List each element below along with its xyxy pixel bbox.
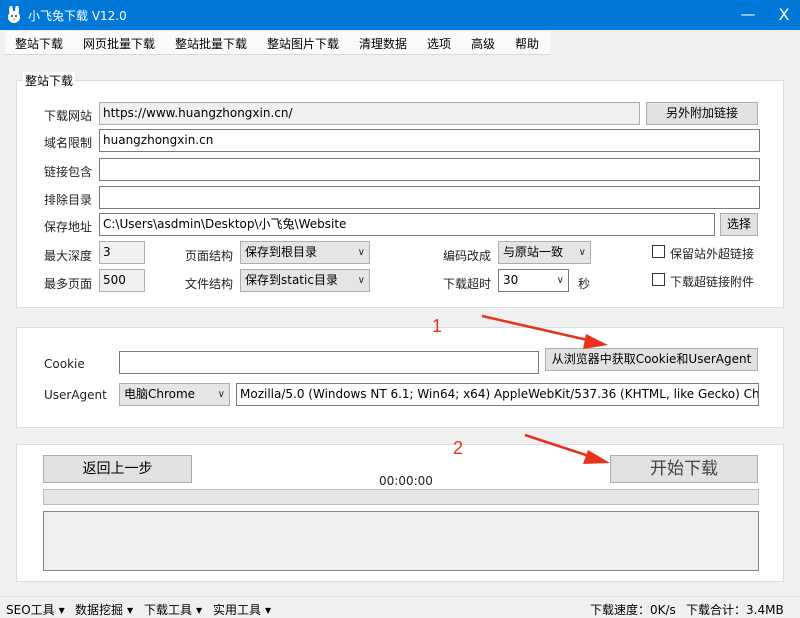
chevron-down-icon: ∨: [217, 389, 225, 400]
chevron-down-icon: ∨: [357, 247, 365, 258]
max-depth-label: 最大深度: [44, 249, 93, 263]
exclude-field[interactable]: [99, 186, 760, 209]
menu-clean-data[interactable]: 清理数据: [359, 35, 407, 52]
seo-tools-label: SEO工具: [6, 603, 55, 617]
menu-site-download[interactable]: 整站下载: [15, 35, 63, 52]
group-legend: 整站下载: [23, 72, 76, 89]
menu-site-batch[interactable]: 整站批量下载: [175, 35, 247, 52]
download-progress-bar: [43, 489, 759, 505]
utility-tools-menu[interactable]: 实用工具 ▼: [213, 601, 271, 618]
domain-field[interactable]: huangzhongxin.cn: [99, 129, 760, 152]
seo-tools-menu[interactable]: SEO工具 ▼: [6, 601, 65, 618]
max-pages-label: 最多页面: [44, 277, 93, 291]
back-button[interactable]: 返回上一步: [43, 455, 192, 483]
annotation-number-2: 2: [453, 438, 464, 458]
cookie-group: [16, 327, 784, 428]
window-title: 小飞兔下载 V12.0: [28, 9, 127, 23]
utility-tools-label: 实用工具: [213, 603, 262, 617]
data-mining-label: 数据挖掘: [75, 603, 124, 617]
cookie-field[interactable]: [119, 351, 539, 374]
save-path-field[interactable]: C:\Users\asdmin\Desktop\小飞兔\Website: [99, 213, 715, 236]
browse-button[interactable]: 选择: [720, 213, 758, 236]
keep-external-links-label[interactable]: 保留站外超链接: [670, 245, 754, 262]
max-depth-field[interactable]: 3: [99, 241, 145, 264]
title-bar: 小飞兔下载 V12.0 — X: [0, 0, 800, 30]
menu-page-batch[interactable]: 网页批量下载: [83, 35, 155, 52]
menu-advanced[interactable]: 高级: [471, 35, 495, 52]
close-button[interactable]: X: [768, 2, 800, 28]
menu-site-images[interactable]: 整站图片下载: [267, 35, 339, 52]
url-field[interactable]: https://www.huangzhongxin.cn/: [99, 102, 640, 125]
encoding-value: 与原站一致: [503, 245, 564, 259]
useragent-field[interactable]: Mozilla/5.0 (Windows NT 6.1; Win64; x64)…: [236, 383, 759, 406]
max-pages-field[interactable]: 500: [99, 269, 145, 292]
file-structure-label: 文件结构: [185, 277, 234, 291]
exclude-label: 排除目录: [44, 193, 93, 207]
encoding-select[interactable]: 与原站一致 ∨: [498, 241, 591, 264]
keep-external-links-checkbox[interactable]: [652, 245, 665, 258]
cookie-label: Cookie: [44, 357, 85, 371]
include-field[interactable]: [99, 158, 760, 181]
useragent-label: UserAgent: [44, 388, 107, 402]
caret-down-icon: ▼: [265, 606, 272, 615]
minimize-button[interactable]: —: [735, 2, 761, 28]
chevron-down-icon: ∨: [556, 275, 564, 286]
timeout-value: 30: [503, 273, 519, 287]
useragent-select[interactable]: 电脑Chrome ∨: [119, 383, 230, 406]
include-label: 链接包含: [44, 165, 93, 179]
file-structure-select[interactable]: 保存到static目录 ∨: [240, 269, 370, 292]
menu-help[interactable]: 帮助: [515, 35, 539, 52]
page-structure-value: 保存到根目录: [245, 245, 318, 259]
timeout-label: 下载超时: [443, 277, 492, 291]
extra-links-button[interactable]: 另外附加链接: [646, 102, 758, 125]
download-attachments-label[interactable]: 下载超链接附件: [670, 273, 754, 290]
encoding-label: 编码改成: [443, 249, 492, 263]
log-output: [43, 511, 759, 571]
rabbit-icon: [8, 6, 20, 23]
chevron-down-icon: ∨: [578, 247, 586, 258]
download-total: 下载合计：3.4MB: [686, 603, 784, 617]
download-tools-menu[interactable]: 下载工具 ▼: [144, 601, 202, 618]
menu-options[interactable]: 选项: [427, 35, 451, 52]
page-structure-label: 页面结构: [185, 249, 234, 263]
get-cookie-from-browser-button[interactable]: 从浏览器中获取Cookie和UserAgent: [545, 348, 758, 371]
page-structure-select[interactable]: 保存到根目录 ∨: [240, 241, 370, 264]
download-speed: 下载速度：0K/s: [590, 603, 676, 617]
domain-label: 域名限制: [44, 136, 93, 150]
timeout-select[interactable]: 30 ∨: [498, 269, 569, 292]
caret-down-icon: ▼: [127, 606, 134, 615]
download-tools-label: 下载工具: [144, 603, 193, 617]
useragent-select-value: 电脑Chrome: [124, 387, 196, 401]
save-path-label: 保存地址: [44, 220, 93, 234]
url-label: 下载网站: [44, 109, 93, 123]
timeout-unit: 秒: [578, 277, 591, 291]
caret-down-icon: ▼: [58, 606, 65, 615]
status-bar: SEO工具 ▼ 数据挖掘 ▼ 下载工具 ▼ 实用工具 ▼ 下载速度：0K/s 下载合计：…: [0, 596, 800, 618]
annotation-number-1: 1: [432, 316, 443, 336]
elapsed-timer: 00:00:00: [379, 474, 433, 488]
download-attachments-checkbox[interactable]: [652, 273, 665, 286]
data-mining-menu[interactable]: 数据挖掘 ▼: [75, 601, 133, 618]
caret-down-icon: ▼: [196, 606, 203, 615]
chevron-down-icon: ∨: [357, 275, 365, 286]
menu-bar: 整站下载 网页批量下载 整站批量下载 整站图片下载 清理数据 选项 高级 帮助: [0, 31, 800, 55]
file-structure-value: 保存到static目录: [245, 273, 338, 287]
start-download-button[interactable]: 开始下载: [610, 455, 758, 483]
